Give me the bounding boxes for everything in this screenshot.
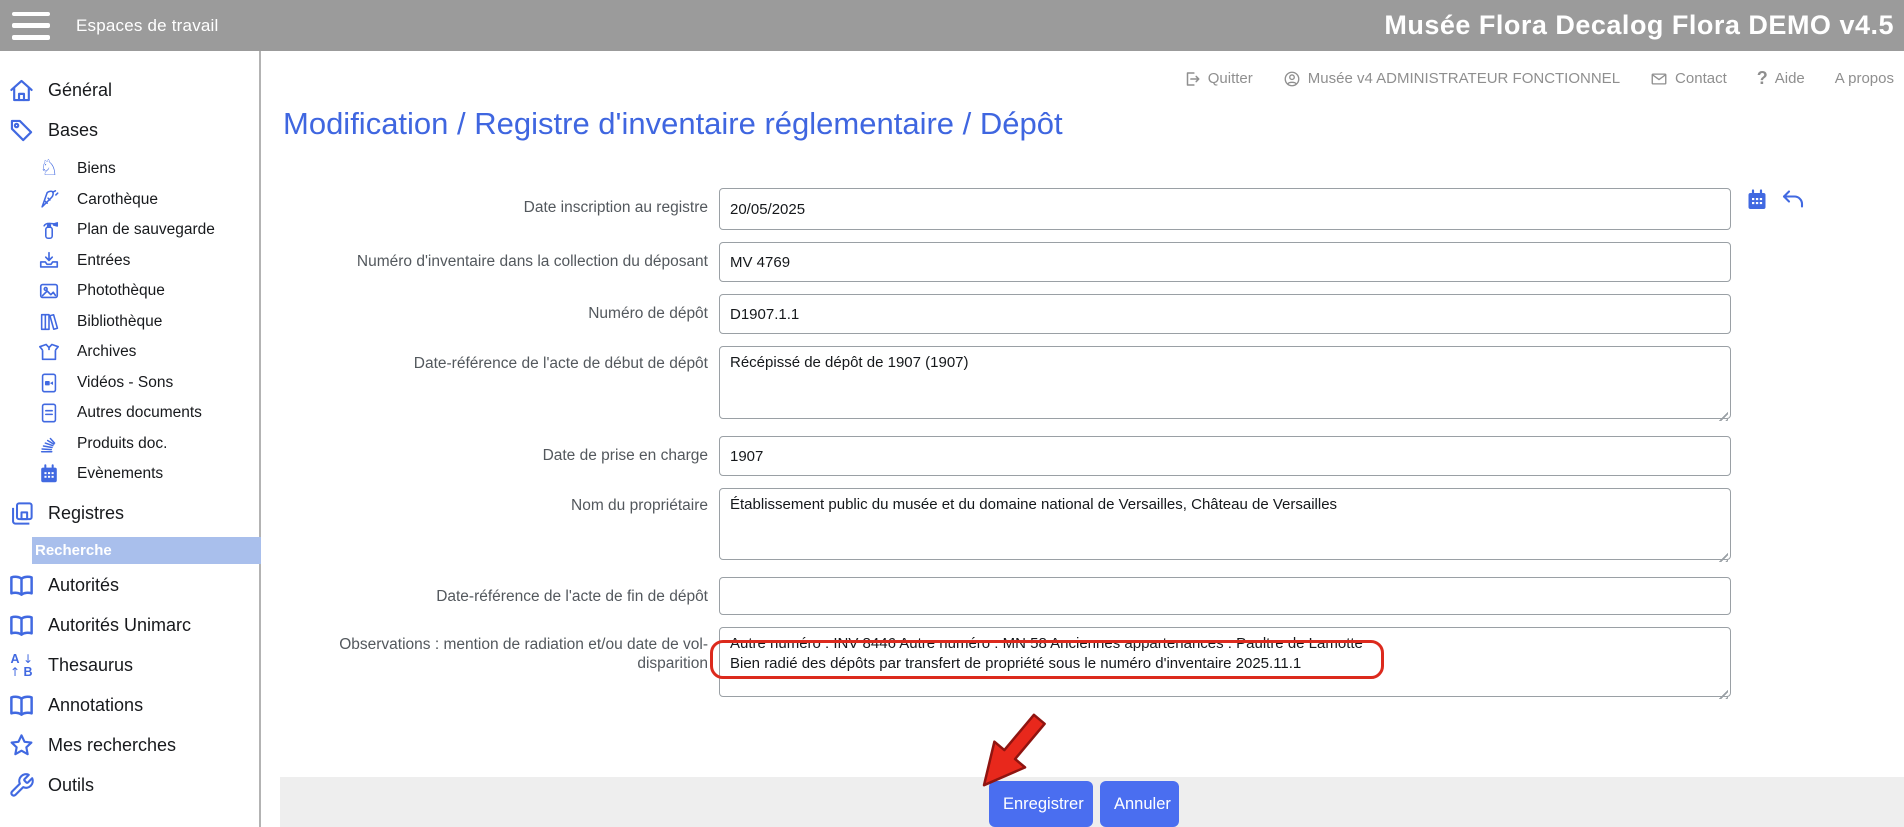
open-book-icon (8, 572, 35, 599)
date-inscription-input[interactable] (719, 188, 1731, 230)
wrench-icon (8, 772, 35, 799)
field-label: Numéro d'inventaire dans la collection d… (283, 242, 708, 271)
paper-stack-icon (38, 433, 60, 455)
form-row: Numéro de dépôt (283, 294, 1883, 334)
help-button[interactable]: ? Aide (1757, 68, 1805, 89)
calendar-picker-icon[interactable] (1745, 188, 1769, 212)
field-label: Date-référence de l'acte de fin de dépôt (283, 577, 708, 606)
date-reference-debut-depot-textarea[interactable]: Récépissé de dépôt de 1907 (1907) (719, 346, 1731, 419)
app-title: Musée Flora Decalog Flora DEMO v4.5 (1384, 10, 1894, 41)
form-row: Numéro d'inventaire dans la collection d… (283, 242, 1883, 282)
field-label: Observations : mention de radiation et/o… (283, 627, 708, 673)
sidebar-item-bibliotheque[interactable]: Bibliothèque (0, 307, 259, 338)
sidebar-item-autorites[interactable]: Autorités (0, 566, 259, 606)
date-reference-fin-depot-input[interactable] (719, 577, 1731, 615)
undo-icon[interactable] (1781, 188, 1805, 212)
nom-proprietaire-textarea[interactable]: Établissement public du musée et du doma… (719, 488, 1731, 560)
sidebar: Général Bases ♘ Biens Carothèque Plan de… (0, 51, 261, 827)
video-file-icon (38, 372, 60, 394)
sidebar-item-annotations[interactable]: Annotations (0, 686, 259, 726)
sidebar-item-mes-recherches[interactable]: Mes recherches (0, 726, 259, 766)
sidebar-item-videos-sons[interactable]: Vidéos - Sons (0, 368, 259, 399)
deposit-form: Date inscription au registre Numéro d'in… (283, 188, 1883, 714)
sidebar-item-recherche[interactable]: Recherche (32, 537, 261, 564)
date-prise-en-charge-input[interactable] (719, 436, 1731, 476)
header-toolbar: Quitter Musée v4 ADMINISTRATEUR FONCTION… (1183, 68, 1894, 89)
fire-extinguisher-icon (38, 219, 60, 241)
sidebar-item-outils[interactable]: Outils (0, 766, 259, 806)
hamburger-menu-icon[interactable] (12, 12, 50, 40)
chess-knight-icon: ♘ (38, 158, 60, 180)
sidebar-item-phototheque[interactable]: Photothèque (0, 276, 259, 307)
tag-icon (8, 117, 35, 144)
calendar-icon (38, 463, 60, 485)
sidebar-item-plan-de-sauvegarde[interactable]: Plan de sauvegarde (0, 215, 259, 246)
page-title: Modification / Registre d'inventaire rég… (283, 106, 1063, 142)
observations-textarea[interactable]: Autre numéro : INV 8446 Autre numéro : M… (719, 627, 1731, 697)
save-button[interactable]: Enregistrer (989, 781, 1093, 827)
topbar: Espaces de travail Musée Flora Decalog F… (0, 0, 1904, 51)
form-row: Observations : mention de radiation et/o… (283, 627, 1883, 702)
photo-icon (38, 280, 60, 302)
home-icon (8, 77, 35, 104)
user-icon (1283, 70, 1301, 88)
open-book-icon (8, 692, 35, 719)
books-icon (38, 311, 60, 333)
sidebar-item-autres-documents[interactable]: Autres documents (0, 398, 259, 429)
sidebar-item-registres[interactable]: Registres (0, 494, 259, 534)
sort-alpha-icon: A↓↑B (8, 652, 35, 679)
quit-button[interactable]: Quitter (1183, 70, 1253, 88)
field-label: Nom du propriétaire (283, 488, 708, 515)
main-content: Quitter Musée v4 ADMINISTRATEUR FONCTION… (263, 51, 1904, 827)
sidebar-item-autorites-unimarc[interactable]: Autorités Unimarc (0, 606, 259, 646)
cancel-button[interactable]: Annuler (1100, 781, 1179, 827)
about-button[interactable]: A propos (1835, 70, 1894, 87)
registers-icon (8, 500, 35, 527)
form-row: Date-référence de l'acte de fin de dépôt (283, 577, 1883, 615)
sidebar-item-carotheque[interactable]: Carothèque (0, 185, 259, 216)
sidebar-item-entrees[interactable]: Entrées (0, 246, 259, 277)
contact-button[interactable]: Contact (1650, 70, 1727, 88)
mail-icon (1650, 70, 1668, 88)
sidebar-item-archives[interactable]: Archives (0, 337, 259, 368)
open-box-icon (38, 341, 60, 363)
open-book-icon (8, 612, 35, 639)
sidebar-item-biens[interactable]: ♘ Biens (0, 154, 259, 185)
form-row: Date de prise en charge (283, 436, 1883, 476)
field-label: Numéro de dépôt (283, 294, 708, 323)
numero-inventaire-deposant-input[interactable] (719, 242, 1731, 282)
document-icon (38, 402, 60, 424)
carrot-icon (38, 189, 60, 211)
app-window: { "topbar": { "menu_label": "Espaces de … (0, 0, 1904, 827)
workspaces-label: Espaces de travail (76, 16, 219, 36)
inbox-download-icon (38, 250, 60, 272)
sidebar-item-thesaurus[interactable]: A↓↑B Thesaurus (0, 646, 259, 686)
form-row: Date inscription au registre (283, 188, 1883, 230)
sidebar-item-bases[interactable]: Bases (0, 110, 259, 150)
question-mark-icon: ? (1757, 68, 1768, 89)
numero-depot-input[interactable] (719, 294, 1731, 334)
form-row: Nom du propriétaire Établissement public… (283, 488, 1883, 565)
sidebar-item-evenements[interactable]: Evènements (0, 459, 259, 490)
field-label: Date inscription au registre (283, 188, 708, 217)
star-icon (8, 732, 35, 759)
logout-icon (1183, 70, 1201, 88)
field-label: Date de prise en charge (283, 436, 708, 465)
sidebar-item-produits-doc[interactable]: Produits doc. (0, 429, 259, 460)
user-menu[interactable]: Musée v4 ADMINISTRATEUR FONCTIONNEL (1283, 70, 1620, 88)
form-row: Date-référence de l'acte de début de dép… (283, 346, 1883, 424)
field-label: Date-référence de l'acte de début de dép… (283, 346, 708, 373)
sidebar-item-general[interactable]: Général (0, 70, 259, 110)
